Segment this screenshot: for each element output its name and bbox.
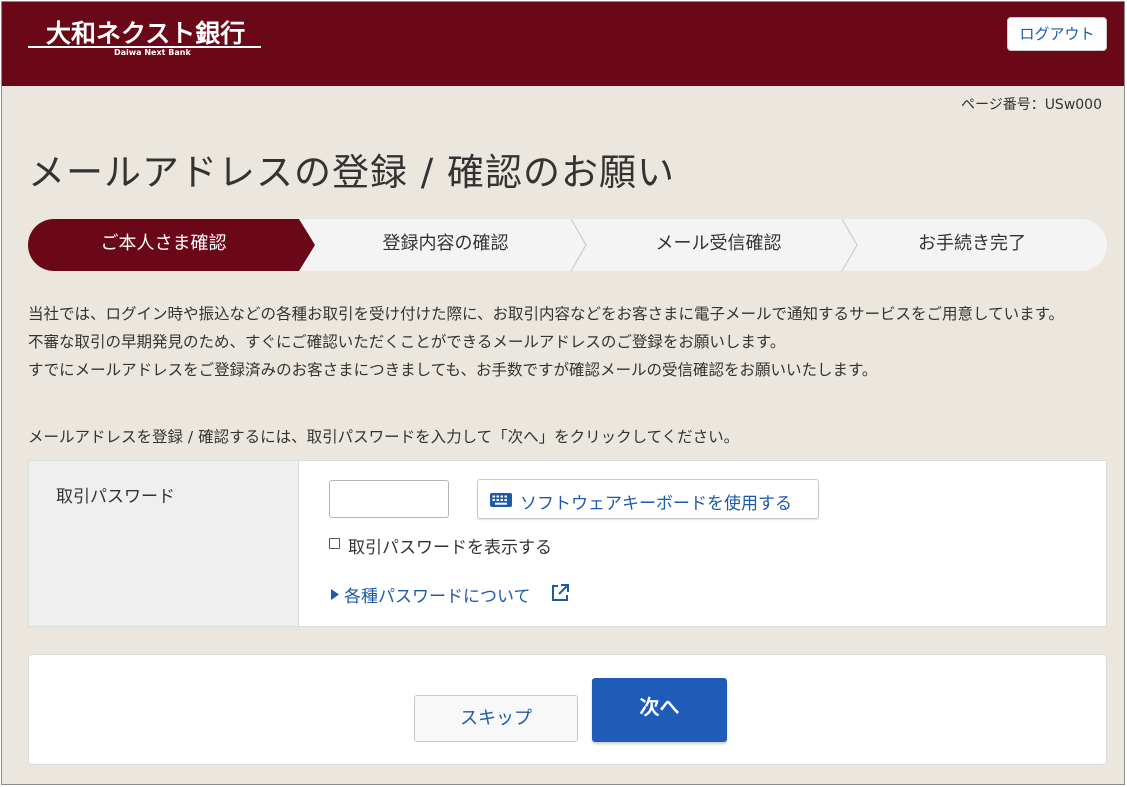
password-info-label[interactable]: 各種パスワードについて: [344, 582, 531, 607]
step-3-label: メール受信確認: [655, 233, 782, 254]
password-label: 取引パスワード: [56, 487, 175, 507]
keyboard-icon: [490, 493, 512, 507]
intro-line-3: すでにメールアドレスをご登録済みのお客さまにつきましても、お手数ですが確認メール…: [28, 361, 878, 379]
logout-button[interactable]: ログアウト: [1007, 17, 1107, 51]
software-keyboard-button[interactable]: ソフトウェアキーボードを使用する: [477, 479, 819, 519]
intro-text: 当社では、ログイン時や振込などの各種お取引を受け付けた際に、お取引内容などをお客…: [28, 300, 1118, 384]
progress-steps: ご本人さま確認 登録内容の確認 メール受信確認 お手続き完了: [28, 219, 1107, 271]
step-4-label: お手続き完了: [918, 233, 1026, 254]
logo-subtext: Daiwa Next Bank: [114, 48, 191, 57]
site-header: 大和ネクスト銀行 Daiwa Next Bank ログアウト: [2, 2, 1124, 86]
page-number: ページ番号：USw000: [960, 97, 1102, 113]
browser-frame: 大和ネクスト銀行 Daiwa Next Bank ログアウト ページ番号：USw…: [1, 1, 1125, 785]
intro-line-2: 不審な取引の早期発見のため、すぐにご確認いただくことができるメールアドレスのご登…: [28, 333, 786, 351]
intro-line-1: 当社では、ログイン時や振込などの各種お取引を受け付けた際に、お取引内容などをお客…: [28, 305, 1065, 323]
action-area: スキップ 次へ: [28, 654, 1107, 765]
triangle-right-icon: [331, 589, 339, 600]
page-title: メールアドレスの登録 / 確認のお願い: [28, 151, 675, 194]
software-keyboard-label: ソフトウェアキーボードを使用する: [520, 494, 792, 514]
skip-button[interactable]: スキップ: [414, 695, 578, 742]
password-form: 取引パスワード ソフトウェアキーボードを使用する 取引パスワードを表示する 各種…: [28, 460, 1107, 627]
next-button[interactable]: 次へ: [592, 678, 727, 742]
show-password-checkbox[interactable]: [329, 538, 340, 549]
bank-logo[interactable]: 大和ネクスト銀行 Daiwa Next Bank: [28, 14, 264, 62]
password-input[interactable]: [329, 480, 449, 518]
external-link-icon: [552, 584, 569, 601]
instruction-text: メールアドレスを登録 / 確認するには、取引パスワードを入力して「次へ」をクリッ…: [28, 428, 740, 446]
show-password-label[interactable]: 取引パスワードを表示する: [348, 533, 552, 558]
logo-text: 大和ネクスト銀行: [46, 19, 246, 48]
step-1-label: ご本人さま確認: [100, 233, 227, 254]
form-label-cell: 取引パスワード: [29, 461, 299, 626]
step-2-label: 登録内容の確認: [382, 233, 509, 254]
